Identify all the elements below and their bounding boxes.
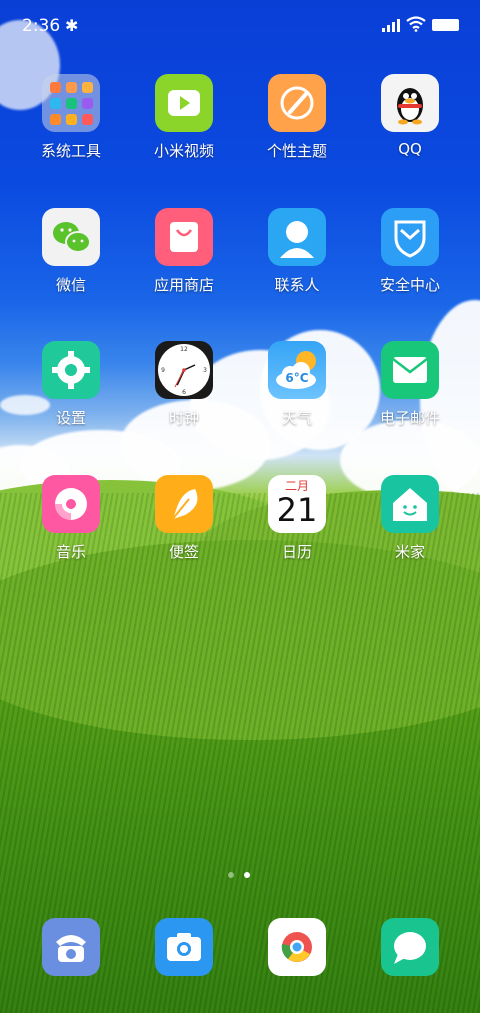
wechat-icon bbox=[42, 208, 100, 266]
battery-icon bbox=[432, 19, 459, 31]
dock-phone[interactable] bbox=[21, 918, 121, 976]
app-label: 个性主题 bbox=[266, 142, 327, 160]
dock-camera[interactable] bbox=[134, 918, 234, 976]
weather-icon: 6°C bbox=[268, 341, 326, 399]
shopping-bag-icon bbox=[155, 208, 213, 266]
page-indicator bbox=[228, 872, 252, 880]
phone-icon bbox=[42, 918, 100, 976]
app-settings[interactable]: 设置 bbox=[21, 341, 121, 428]
house-icon bbox=[381, 475, 439, 533]
music-disc-icon bbox=[42, 475, 100, 533]
app-clock[interactable]: 12 6 3 9 时钟 bbox=[134, 341, 234, 428]
app-label: 应用商店 bbox=[153, 276, 214, 294]
app-wechat[interactable]: 微信 bbox=[21, 208, 121, 295]
app-label: 安全中心 bbox=[379, 276, 440, 294]
app-notes[interactable]: 便签 bbox=[134, 475, 234, 562]
browser-icon bbox=[268, 918, 326, 976]
message-icon bbox=[381, 918, 439, 976]
shield-icon bbox=[381, 208, 439, 266]
app-label: 系统工具 bbox=[40, 142, 101, 160]
feather-icon bbox=[155, 475, 213, 533]
app-calendar[interactable]: 二月 21 日历 bbox=[247, 475, 347, 562]
gear-icon bbox=[42, 341, 100, 399]
app-label: 联系人 bbox=[274, 276, 320, 294]
app-label: 天气 bbox=[281, 409, 312, 427]
bluetooth-icon: ✱ bbox=[65, 16, 79, 35]
home-screen: { "status_bar": { "time": "2:36", "bluet… bbox=[0, 0, 480, 1013]
app-email[interactable]: 电子邮件 bbox=[360, 341, 460, 428]
app-label: 音乐 bbox=[55, 543, 86, 561]
app-contacts[interactable]: 联系人 bbox=[247, 208, 347, 295]
app-label: 日历 bbox=[281, 543, 312, 561]
dock-browser[interactable] bbox=[247, 918, 347, 976]
calendar-icon: 二月 21 bbox=[268, 475, 326, 533]
wifi-icon bbox=[406, 16, 426, 32]
clock-icon: 12 6 3 9 bbox=[155, 341, 213, 399]
app-security[interactable]: 安全中心 bbox=[360, 208, 460, 295]
app-app-store[interactable]: 应用商店 bbox=[134, 208, 234, 295]
app-mi-video[interactable]: 小米视频 bbox=[134, 74, 234, 161]
page-dot-active[interactable] bbox=[244, 872, 250, 878]
page-dot[interactable] bbox=[228, 872, 234, 878]
play-icon bbox=[155, 74, 213, 132]
app-label: 设置 bbox=[55, 409, 86, 427]
folder-icon bbox=[42, 74, 100, 132]
calendar-day: 21 bbox=[276, 491, 318, 529]
app-label: 便签 bbox=[168, 543, 199, 561]
app-label: 电子邮件 bbox=[379, 409, 440, 427]
svg-text:3: 3 bbox=[203, 367, 207, 374]
status-bar: 2:36 ✱ bbox=[0, 0, 480, 52]
app-music[interactable]: 音乐 bbox=[21, 475, 121, 562]
weather-temp: 6°C bbox=[285, 371, 309, 385]
person-icon bbox=[268, 208, 326, 266]
clock-time: 2:36 bbox=[22, 16, 61, 36]
envelope-icon bbox=[381, 341, 439, 399]
app-label: 时钟 bbox=[168, 409, 199, 427]
dock-messages[interactable] bbox=[360, 918, 460, 976]
penguin-icon bbox=[381, 74, 439, 132]
app-label: 微信 bbox=[55, 276, 86, 294]
signal-icon bbox=[382, 18, 402, 32]
svg-text:12: 12 bbox=[180, 346, 188, 353]
svg-text:9: 9 bbox=[161, 367, 165, 374]
app-system-tools[interactable]: 系统工具 bbox=[21, 74, 121, 161]
app-label: 小米视频 bbox=[153, 142, 214, 160]
camera-icon bbox=[155, 918, 213, 976]
app-weather[interactable]: 6°C 天气 bbox=[247, 341, 347, 428]
app-qq[interactable]: QQ bbox=[360, 74, 460, 158]
app-mi-home[interactable]: 米家 bbox=[360, 475, 460, 562]
app-label: 米家 bbox=[394, 543, 425, 561]
brush-icon bbox=[268, 74, 326, 132]
app-themes[interactable]: 个性主题 bbox=[247, 74, 347, 161]
svg-text:6: 6 bbox=[182, 389, 186, 396]
app-label: QQ bbox=[398, 140, 422, 158]
